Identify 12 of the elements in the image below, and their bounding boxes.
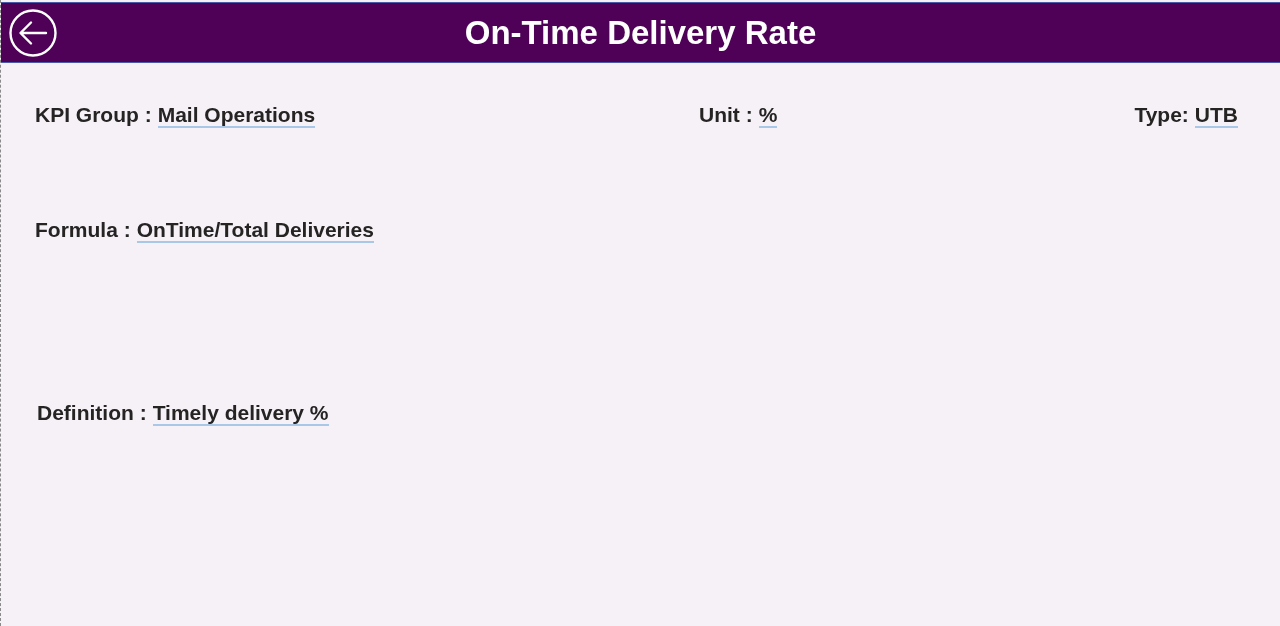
field-label: Type: — [1134, 103, 1189, 127]
field-label: Definition : — [37, 401, 147, 425]
field-value: OnTime/Total Deliveries — [136, 219, 374, 243]
field-label: Formula : — [35, 218, 131, 242]
field-value: Mail Operations — [157, 104, 316, 128]
back-button[interactable] — [9, 9, 57, 57]
field-value: Timely delivery % — [152, 402, 329, 426]
field-value: UTB — [1194, 104, 1238, 128]
field-label: KPI Group : — [35, 103, 152, 127]
field-value: % — [758, 104, 778, 128]
field-label: Unit : — [699, 103, 753, 127]
page-title: On-Time Delivery Rate — [464, 13, 817, 52]
